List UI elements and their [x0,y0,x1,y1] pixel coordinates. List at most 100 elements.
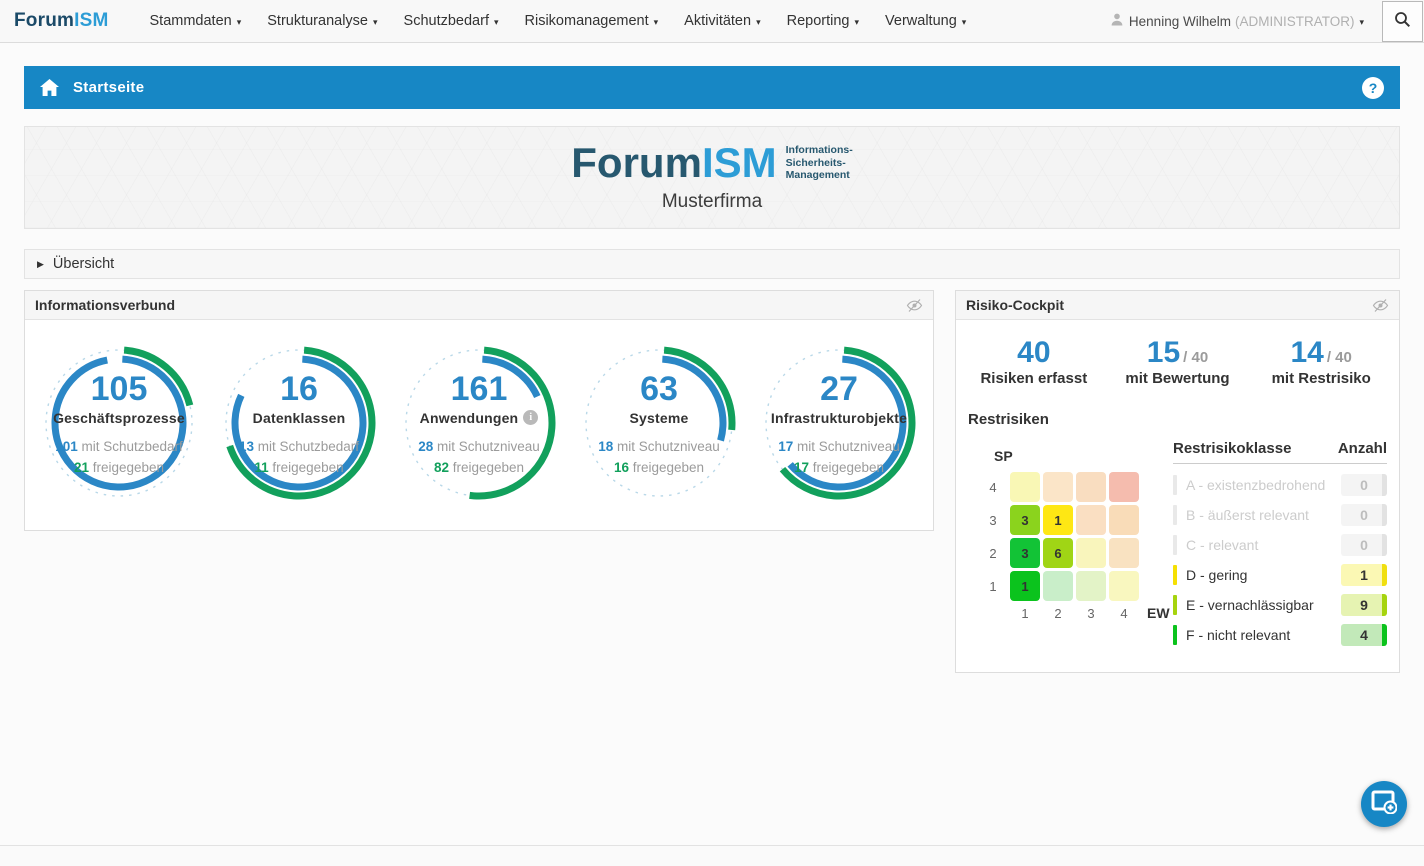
stat-line1-text: mit Schutzbedarf [82,439,183,454]
nav-right: Henning Wilhelm (ADMINISTRATOR) ▾ [1097,0,1424,43]
stat-circle-geschäftsprozesse[interactable]: 105Geschäftsprozesse101 mit Schutzbedarf… [29,342,209,504]
legend-row-label: D - gering [1186,567,1341,583]
matrix-col-label: 2 [1043,606,1073,621]
stat-sublines: 28 mit Schutzniveau82 freigegeben [418,437,540,479]
stat-circle-infrastrukturobjekte[interactable]: 27Infrastrukturobjekte17 mit Schutznivea… [749,342,929,504]
hide-panel-icon[interactable] [906,298,923,313]
stat-label-text: Systeme [630,410,689,426]
risk-stat: 14/ 40mit Restrisiko [1249,336,1393,387]
legend-count-badge: 0 [1341,534,1387,556]
nav-menu-label: Reporting [787,13,850,29]
stat-line2: 11 freigegeben [239,458,359,479]
nav-menu-item-stammdaten[interactable]: Stammdaten▾ [137,0,255,43]
stat-circle-systeme[interactable]: 63Systeme18 mit Schutzniveau16 freigegeb… [569,342,749,504]
matrix-cell: 1 [1043,505,1073,535]
chevron-down-icon: ▾ [237,17,242,28]
info-icon[interactable]: i [523,410,538,425]
help-icon[interactable]: ? [1362,77,1384,99]
user-menu[interactable]: Henning Wilhelm (ADMINISTRATOR) ▾ [1097,0,1378,43]
stat-label: Systeme [630,410,689,426]
stat-line2-text: freigegeben [272,460,343,475]
risk-stat-value: 14 [1290,336,1323,369]
chevron-down-icon: ▾ [962,17,967,28]
stat-circle-anwendungen[interactable]: 161Anwendungeni28 mit Schutzniveau82 fre… [389,342,569,504]
legend-color-bar [1173,505,1177,525]
stat-line2: 17 freigegeben [778,458,900,479]
matrix-cell [1109,472,1139,502]
nav-menu-item-risikomanagement[interactable]: Risikomanagement▾ [512,0,672,43]
stat-label: Geschäftsprozesse [53,410,185,426]
add-window-icon [1371,790,1397,819]
legend-rows: A - existenzbedrohend 0 B - äußerst releva… [1173,474,1387,646]
matrix-row: 11 [982,571,1173,601]
matrix-sp-axis-label: SP [994,448,1173,464]
donut-chart: 16Datenklassen13 mit Schutzbedarf11 frei… [218,342,380,504]
stat-total: 105 [91,372,148,406]
stat-circle-datenklassen[interactable]: 16Datenklassen13 mit Schutzbedarf11 frei… [209,342,389,504]
donut-text: 105Geschäftsprozesse101 mit Schutzbedarf… [38,342,200,504]
stat-circles: 105Geschäftsprozesse101 mit Schutzbedarf… [25,320,933,530]
stat-line1-text: mit Schutzniveau [437,439,540,454]
matrix-row-label: 3 [982,513,1004,528]
legend-count-badge: 1 [1341,564,1387,586]
app-logo[interactable]: ForumISM [14,10,109,32]
page-title-bar: Startseite ? [24,66,1400,109]
nav-menu-item-schutzbedarf[interactable]: Schutzbedarf▾ [391,0,512,43]
overview-collapse-bar[interactable]: ▶ Übersicht [24,249,1400,279]
stat-total: 161 [451,372,508,406]
risk-matrix: SP4331236111234EW [968,428,1173,654]
stat-line1-value: 18 [598,439,613,454]
nav-menu-item-reporting[interactable]: Reporting▾ [774,0,872,43]
nav-menu-label: Verwaltung [885,13,957,29]
legend-badge-strip [1382,504,1387,526]
legend-count-value: 0 [1360,537,1368,553]
company-name: Musterfirma [662,191,762,213]
stat-line2: 82 freigegeben [418,458,540,479]
nav-menu-item-strukturanalyse[interactable]: Strukturanalyse▾ [254,0,390,43]
stat-label: Datenklassen [253,410,346,426]
chevron-down-icon: ▾ [373,17,378,28]
stat-line1-value: 13 [239,439,254,454]
stat-line2: 21 freigegeben [55,458,183,479]
legend-row-label: A - existenzbedrohend [1186,477,1341,493]
legend-row: C - relevant0 [1173,534,1387,556]
stat-line2: 16 freigegeben [598,458,720,479]
legend-color-bar [1173,565,1177,585]
nav-menu-item-verwaltung[interactable]: Verwaltung ▾ [872,0,979,43]
stat-line2-text: freigegeben [453,460,524,475]
chevron-right-icon: ▶ [37,259,44,270]
banner-tagline-line2: Sicherheits- [786,157,853,170]
legend-badge-strip [1382,594,1387,616]
legend-row-label: B - äußerst relevant [1186,507,1341,523]
matrix-cell [1076,538,1106,568]
user-role: (ADMINISTRATOR) [1235,14,1355,29]
legend-color-bar [1173,625,1177,645]
matrix-cell [1109,571,1139,601]
app-logo-part1: Forum [14,10,74,31]
legend-badge-strip [1382,564,1387,586]
app-logo-part2: ISM [74,10,108,31]
matrix-col-label: 1 [1010,606,1040,621]
legend-badge-strip [1382,624,1387,646]
home-icon[interactable] [40,79,59,96]
legend-count-value: 9 [1360,597,1368,613]
legend-count-value: 0 [1360,477,1368,493]
stat-line1-text: mit Schutzbedarf [258,439,359,454]
matrix-row-label: 4 [982,480,1004,495]
nav-menu-item-aktivitäten[interactable]: Aktivitäten▾ [671,0,773,43]
matrix-cell [1043,571,1073,601]
chevron-down-icon: ▾ [654,17,659,28]
risk-stat-value: 15 [1147,336,1180,369]
stat-sublines: 101 mit Schutzbedarf21 freigegeben [55,437,183,479]
hide-panel-icon[interactable] [1372,298,1389,313]
risk-stat-number: 15/ 40 [1106,336,1250,369]
legend-header-class: Restrisikoklasse [1173,440,1338,457]
stat-line2-text: freigegeben [633,460,704,475]
risiko-cockpit-panel: Risiko-Cockpit 40Risiken erfasst15/ 40mi… [955,290,1400,673]
legend-count-badge: 4 [1341,624,1387,646]
add-widget-fab-button[interactable] [1361,781,1407,827]
legend-count-badge: 9 [1341,594,1387,616]
search-button[interactable] [1382,1,1423,42]
stat-label: Anwendungeni [420,410,539,426]
legend-header: Restrisikoklasse Anzahl [1173,440,1387,464]
